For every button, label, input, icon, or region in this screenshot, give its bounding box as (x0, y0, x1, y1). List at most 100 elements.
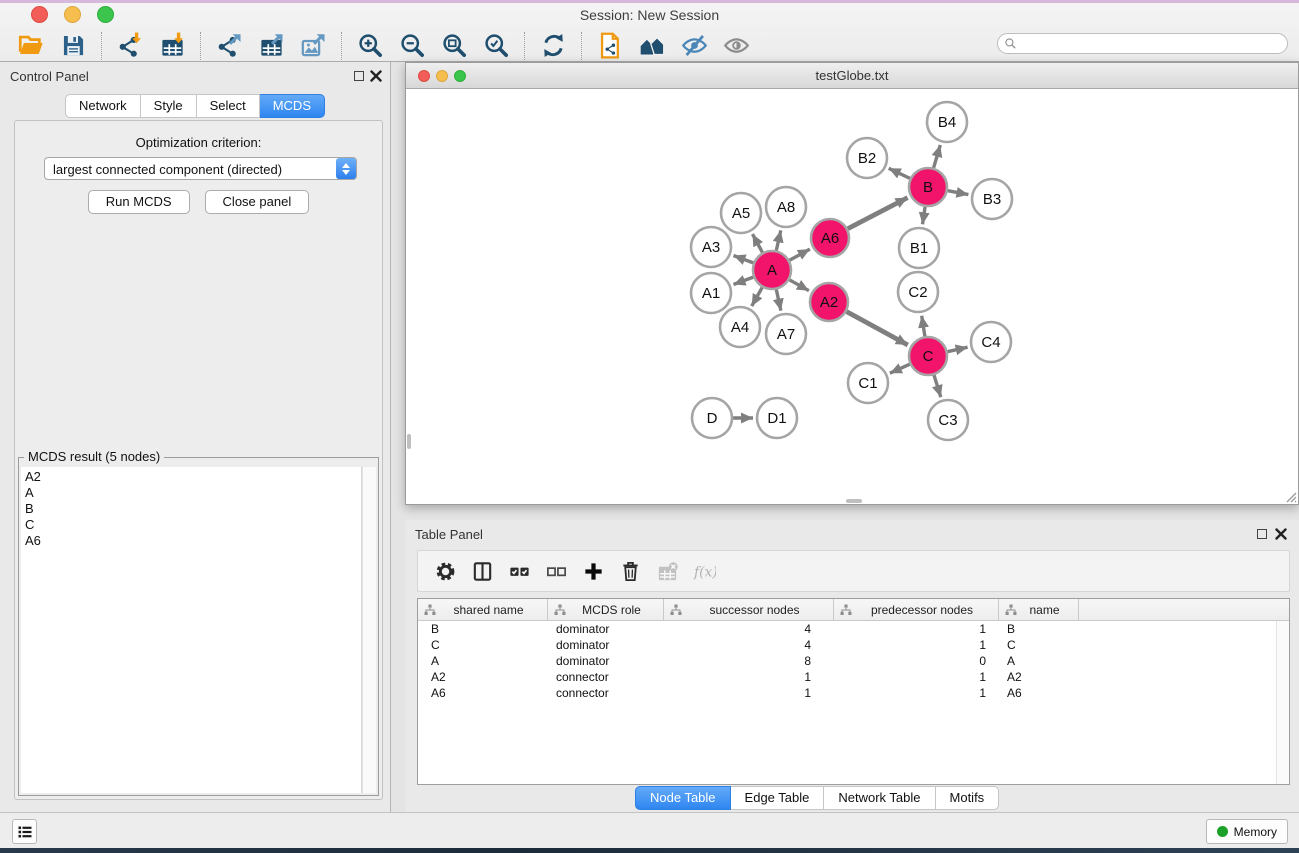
close-panel-button[interactable]: Close panel (205, 190, 310, 214)
delete-selected-button[interactable] (616, 557, 644, 585)
resize-grip-icon[interactable] (1283, 489, 1297, 503)
tab-style[interactable]: Style (141, 94, 197, 118)
mcds-result-item[interactable]: A (25, 485, 361, 501)
criterion-dropdown[interactable]: largest connected component (directed) (44, 157, 357, 180)
node-B3[interactable]: B3 (972, 179, 1012, 219)
table-settings-button[interactable] (431, 557, 459, 585)
node-B1[interactable]: B1 (899, 228, 939, 268)
table-row[interactable]: Cdominator41C (418, 637, 1289, 653)
node-D1[interactable]: D1 (757, 398, 797, 438)
edge-B-B4[interactable] (934, 145, 941, 168)
main-titlebar[interactable]: Session: New Session (0, 3, 1299, 26)
hide-selected-button[interactable] (673, 31, 715, 61)
mcds-result-list[interactable]: A2ABCA6 (21, 467, 362, 793)
table-row[interactable]: A2connector11A2 (418, 669, 1289, 685)
export-network-button[interactable] (208, 31, 250, 61)
tab-motifs[interactable]: Motifs (936, 786, 1000, 810)
run-mcds-button[interactable]: Run MCDS (88, 190, 190, 214)
first-neighbors-button[interactable] (631, 31, 673, 61)
node-C2[interactable]: C2 (898, 272, 938, 312)
save-session-button[interactable] (52, 31, 94, 61)
column-visibility-button[interactable] (468, 557, 496, 585)
mcds-result-item[interactable]: B (25, 501, 361, 517)
search-field[interactable] (997, 33, 1288, 54)
node-C1[interactable]: C1 (848, 363, 888, 403)
edge-A-A3[interactable] (734, 256, 754, 263)
vertical-scrollbar-thumb[interactable] (407, 434, 411, 449)
tab-edge-table[interactable]: Edge Table (731, 786, 825, 810)
edge-B-B1[interactable] (923, 207, 926, 225)
node-C4[interactable]: C4 (971, 322, 1011, 362)
show-all-button[interactable] (715, 31, 757, 61)
tab-network-table[interactable]: Network Table (824, 786, 935, 810)
node-C3[interactable]: C3 (928, 400, 968, 440)
node-A4[interactable]: A4 (720, 307, 760, 347)
node-D[interactable]: D (692, 398, 732, 438)
export-image-button[interactable] (292, 31, 334, 61)
edge-C-C4[interactable] (948, 347, 968, 352)
edge-A6-B[interactable] (848, 198, 908, 229)
tab-mcds[interactable]: MCDS (260, 94, 325, 118)
edge-C-C1[interactable] (890, 364, 910, 373)
node-A1[interactable]: A1 (691, 273, 731, 313)
node-B4[interactable]: B4 (927, 102, 967, 142)
edge-A-A8[interactable] (776, 230, 781, 250)
node-C[interactable]: C (909, 337, 947, 375)
edge-B-B2[interactable] (889, 168, 910, 178)
node-A8[interactable]: A8 (766, 187, 806, 227)
edge-A-A1[interactable] (734, 277, 754, 284)
select-all-button[interactable] (505, 557, 533, 585)
export-table-button[interactable] (250, 31, 292, 61)
node-B2[interactable]: B2 (847, 138, 887, 178)
table-close-panel-icon[interactable] (1275, 528, 1287, 540)
zoom-selected-button[interactable] (475, 31, 517, 61)
horizontal-scrollbar-thumb[interactable] (846, 499, 862, 503)
import-network-button[interactable] (109, 31, 151, 61)
edge-B-B3[interactable] (948, 191, 969, 195)
column-header-name[interactable]: name (999, 599, 1079, 620)
network-graph[interactable]: B4B2BB3A8A5A6A3B1AC2A1A2A4A7C4CC1C3DD1 (406, 89, 1298, 504)
node-A7[interactable]: A7 (766, 314, 806, 354)
edge-A-A4[interactable] (752, 287, 763, 306)
node-A2[interactable]: A2 (810, 283, 848, 321)
zoom-in-button[interactable] (349, 31, 391, 61)
mcds-result-item[interactable]: A2 (25, 469, 361, 485)
open-file-button[interactable] (10, 31, 52, 61)
dropdown-stepper-icon[interactable] (336, 158, 356, 179)
edge-A-A5[interactable] (753, 234, 763, 252)
mcds-result-item[interactable]: A6 (25, 533, 361, 549)
table-row[interactable]: Adominator80A (418, 653, 1289, 669)
mcds-result-item[interactable]: C (25, 517, 361, 533)
search-input[interactable] (1017, 37, 1287, 51)
table-float-panel-icon[interactable] (1257, 529, 1267, 539)
node-A3[interactable]: A3 (691, 227, 731, 267)
task-history-button[interactable] (12, 819, 37, 844)
column-header-MCDS-role[interactable]: MCDS role (548, 599, 664, 620)
network-canvas[interactable]: B4B2BB3A8A5A6A3B1AC2A1A2A4A7C4CC1C3DD1 (406, 89, 1298, 504)
edge-C-C3[interactable] (934, 375, 941, 397)
refresh-button[interactable] (532, 31, 574, 61)
column-header-successor-nodes[interactable]: successor nodes (664, 599, 834, 620)
column-header-predecessor-nodes[interactable]: predecessor nodes (834, 599, 999, 620)
deselect-all-button[interactable] (542, 557, 570, 585)
column-header-shared-name[interactable]: shared name (418, 599, 548, 620)
create-column-button[interactable] (579, 557, 607, 585)
node-A[interactable]: A (753, 251, 791, 289)
edge-A-A6[interactable] (790, 249, 810, 260)
mcds-result-scrollbar[interactable] (362, 467, 376, 793)
node-B[interactable]: B (909, 168, 947, 206)
table-scrollbar[interactable] (1276, 621, 1289, 784)
network-window-titlebar[interactable]: testGlobe.txt (406, 63, 1298, 89)
close-panel-icon[interactable] (370, 70, 382, 82)
tab-select[interactable]: Select (197, 94, 260, 118)
zoom-out-button[interactable] (391, 31, 433, 61)
edge-A-A7[interactable] (776, 290, 781, 311)
edge-A-A2[interactable] (789, 280, 809, 291)
memory-button[interactable]: Memory (1206, 819, 1288, 844)
tab-network[interactable]: Network (65, 94, 141, 118)
node-A6[interactable]: A6 (811, 219, 849, 257)
tab-node-table[interactable]: Node Table (635, 786, 731, 810)
float-panel-icon[interactable] (354, 71, 364, 81)
new-network-from-selection-button[interactable] (589, 31, 631, 61)
edge-A2-C[interactable] (847, 312, 908, 345)
